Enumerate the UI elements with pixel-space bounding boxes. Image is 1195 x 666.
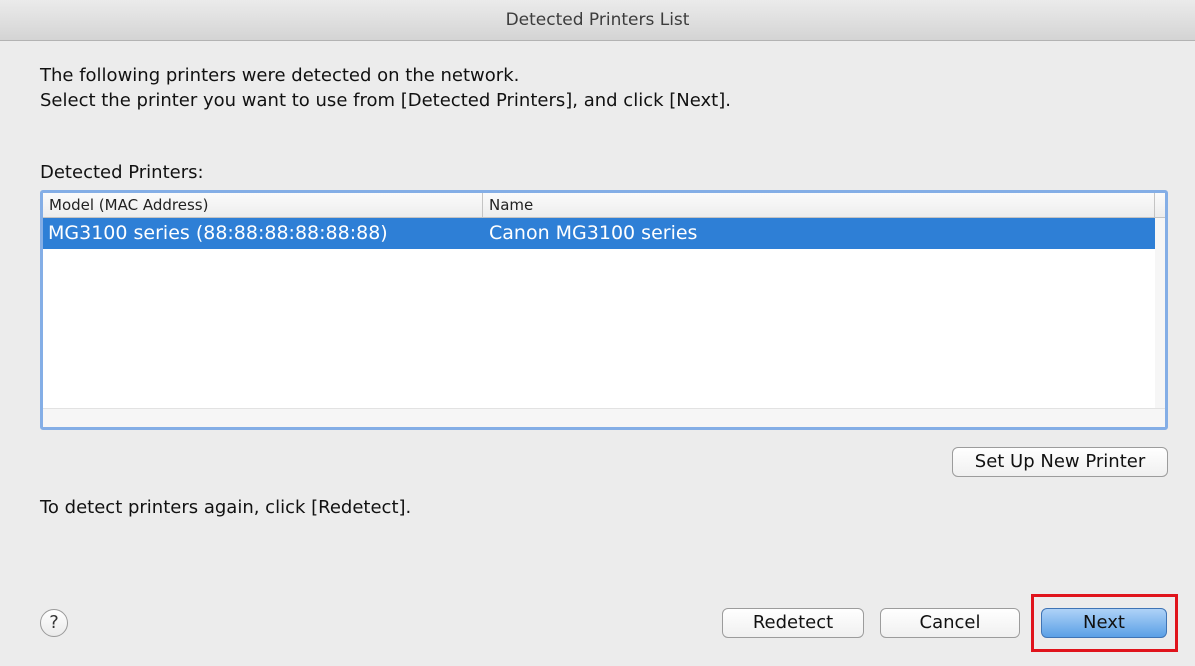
printer-row[interactable]: MG3100 series (88:88:88:88:88:88) Canon … bbox=[43, 218, 1155, 249]
horizontal-scrollbar[interactable] bbox=[43, 408, 1165, 427]
window-titlebar: Detected Printers List bbox=[0, 0, 1195, 41]
intro-text-line2: Select the printer you want to use from … bbox=[40, 90, 731, 111]
help-icon[interactable]: ? bbox=[40, 609, 68, 637]
redetect-button[interactable]: Redetect bbox=[722, 608, 864, 638]
vertical-scrollbar[interactable] bbox=[1155, 218, 1165, 408]
column-header-model[interactable]: Model (MAC Address) bbox=[43, 193, 483, 217]
window-title: Detected Printers List bbox=[505, 10, 690, 30]
set-up-new-printer-button[interactable]: Set Up New Printer bbox=[952, 447, 1168, 477]
redetect-hint-text: To detect printers again, click [Redetec… bbox=[40, 497, 412, 518]
next-button-highlight-box bbox=[1031, 594, 1178, 652]
detected-printers-list[interactable]: Model (MAC Address) Name MG3100 series (… bbox=[40, 190, 1168, 430]
list-header: Model (MAC Address) Name bbox=[43, 193, 1165, 218]
intro-text-line1: The following printers were detected on … bbox=[40, 65, 520, 86]
detected-printers-label: Detected Printers: bbox=[40, 162, 204, 183]
printer-name-cell: Canon MG3100 series bbox=[489, 222, 698, 244]
printer-model-cell: MG3100 series (88:88:88:88:88:88) bbox=[48, 222, 388, 244]
column-header-name[interactable]: Name bbox=[483, 193, 1155, 217]
cancel-button[interactable]: Cancel bbox=[880, 608, 1020, 638]
